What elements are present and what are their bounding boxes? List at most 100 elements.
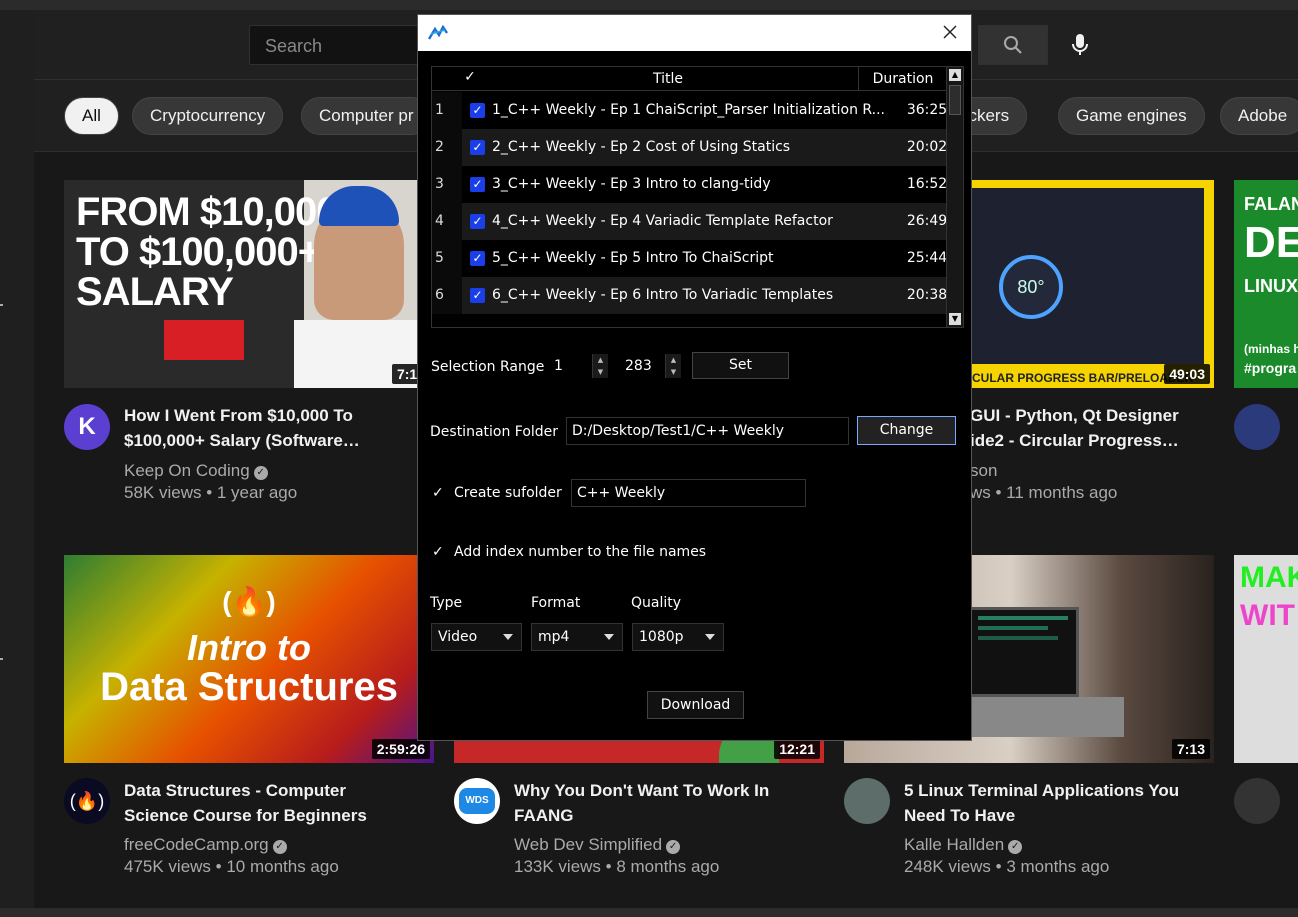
video-stats: ws • 11 months ago [970,483,1118,502]
create-subfolder-label: Create sufolder [454,485,562,501]
scroll-up-icon[interactable]: ▲ [949,69,961,81]
chevron-down-icon [604,634,614,640]
download-button[interactable]: Download [647,691,744,719]
channel-avatar[interactable]: WDS [454,778,500,824]
video-thumbnail[interactable]: FALAN DE LINUX (minhas h #progra [1234,180,1298,388]
table-scrollbar[interactable]: ▲ ▼ [946,67,963,327]
spin-arrows[interactable]: ▲ ▼ [665,354,681,378]
fire-icon: (🔥) [69,791,105,811]
table-row[interactable]: 5 ✓ 5_C++ Weekly - Ep 5 Intro To ChaiScr… [432,240,947,277]
selection-range-label: Selection Range [431,359,545,375]
destination-folder-label: Destination Folder [430,424,559,440]
channel-name[interactable]: freeCodeCamp.org ✓ [124,834,287,856]
row-cell: ✓ 6_C++ Weekly - Ep 6 Intro To Variadic … [462,277,947,314]
row-number: 1 [432,92,462,129]
row-number: 5 [432,240,462,277]
youtube-left-rail [0,10,34,917]
video-thumbnail[interactable]: FROM $10,000 TO $100,000+ SALARY 7:17 [64,180,434,388]
range-end-spinbox[interactable]: 283 ▲ ▼ [619,353,682,379]
video-duration: 12:21 [774,739,820,759]
video-list-table: ✓ Title Duration 1 ✓ 1_C++ Weekly - Ep 1… [431,66,964,328]
add-index-label: Add index number to the file names [454,544,707,560]
row-checkbox[interactable]: ✓ [470,251,485,266]
row-checkbox[interactable]: ✓ [470,288,485,303]
quality-select[interactable]: 1080p [632,623,724,651]
window-top-strip [0,0,1298,10]
row-title: 6_C++ Weekly - Ep 6 Intro To Variadic Te… [492,287,834,303]
channel-name[interactable]: Kalle Hallden ✓ [904,834,1023,856]
video-title[interactable]: 5 Linux Terminal Applications You Need T… [904,778,1204,828]
table-row[interactable]: 6 ✓ 6_C++ Weekly - Ep 6 Intro To Variadi… [432,277,947,314]
chip-all[interactable]: All [64,97,119,135]
search-icon [1004,36,1022,54]
row-title: 1_C++ Weekly - Ep 1 ChaiScript_Parser In… [492,102,886,118]
channel-avatar[interactable]: (🔥) [64,778,110,824]
set-button[interactable]: Set [692,352,789,379]
row-checkbox[interactable]: ✓ [470,103,485,118]
format-select[interactable]: mp4 [531,623,623,651]
select-all-checkbox[interactable]: ✓ [462,69,478,87]
scrollbar-thumb[interactable] [949,85,961,115]
verified-icon: ✓ [272,840,287,854]
format-label: Format [531,595,581,611]
video-duration: 7:13 [1171,739,1210,759]
subfolder-name-field[interactable]: C++ Weekly [571,479,806,507]
chip-computer-programming[interactable]: Computer pr [301,97,432,135]
table-row[interactable]: 4 ✓ 4_C++ Weekly - Ep 4 Variadic Templat… [432,203,947,240]
column-header-title[interactable]: Title [478,71,858,87]
spin-down-icon: ▼ [597,368,604,376]
video-title[interactable]: How I Went From $10,000 To $100,000+ Sal… [124,403,424,453]
microphone-icon[interactable] [1064,28,1096,60]
search-placeholder: Search [265,36,323,56]
video-title[interactable]: GUI - Python, Qt Designer ide2 - Circula… [970,403,1210,453]
channel-name[interactable]: Keep On Coding ✓ [124,460,268,482]
row-cell: ✓ 3_C++ Weekly - Ep 3 Intro to clang-tid… [462,166,947,203]
channel-avatar[interactable] [844,778,890,824]
channel-name[interactable]: Web Dev Simplified ✓ [514,834,681,856]
table-row[interactable]: 2 ✓ 2_C++ Weekly - Ep 2 Cost of Using St… [432,129,947,166]
window-bottom-strip [0,908,1298,917]
video-duration: 2:59:26 [371,739,430,759]
row-cell: ✓ 2_C++ Weekly - Ep 2 Cost of Using Stat… [462,129,947,166]
video-thumbnail[interactable]: MAK WIT [1234,555,1298,763]
video-stats: 248K views • 3 months ago [904,857,1110,876]
close-button[interactable] [941,23,959,41]
chip-cryptocurrency[interactable]: Cryptocurrency [132,97,284,135]
video-thumbnail[interactable]: (🔥) Intro to Data Structures 2:59:26 [64,555,434,763]
video-title[interactable]: Data Structures - Computer Science Cours… [124,778,424,828]
row-number: 6 [432,277,462,314]
row-number: 4 [432,203,462,240]
spin-arrows[interactable]: ▲ ▼ [592,354,608,378]
chip-game-engines[interactable]: Game engines [1058,97,1205,135]
verified-icon: ✓ [253,466,268,480]
spin-up-icon: ▲ [670,356,677,364]
row-checkbox[interactable]: ✓ [470,177,485,192]
desktop: Search All Cryptocurrency Computer pr ac… [0,0,1298,917]
app-logo-icon [428,25,448,40]
add-index-checkbox[interactable]: ✓ [432,545,446,559]
circular-progress-image: 80° [999,255,1063,319]
change-folder-button[interactable]: Change [857,416,956,445]
video-title[interactable]: Why You Don't Want To Work In FAANG [514,778,814,828]
chip-adobe[interactable]: Adobe [1220,97,1298,135]
table-row[interactable]: 1 ✓ 1_C++ Weekly - Ep 1 ChaiScript_Parse… [432,92,947,129]
row-title: 5_C++ Weekly - Ep 5 Intro To ChaiScript [492,250,774,266]
video-stats: 133K views • 8 months ago [514,857,720,876]
create-subfolder-checkbox[interactable]: ✓ [432,486,446,500]
row-title: 2_C++ Weekly - Ep 2 Cost of Using Static… [492,139,791,155]
channel-avatar[interactable]: K [64,404,110,450]
channel-name[interactable]: son [970,460,997,482]
channel-avatar[interactable] [1234,778,1280,824]
scroll-down-icon[interactable]: ▼ [949,313,961,325]
column-header-duration[interactable]: Duration [858,67,947,91]
quality-label: Quality [631,595,682,611]
spin-down-icon: ▼ [670,368,677,376]
row-checkbox[interactable]: ✓ [470,140,485,155]
search-button[interactable] [978,25,1048,65]
range-start-spinbox[interactable]: 1 ▲ ▼ [548,353,609,379]
destination-folder-field[interactable]: D:/Desktop/Test1/C++ Weekly [566,417,849,445]
row-checkbox[interactable]: ✓ [470,214,485,229]
channel-avatar[interactable] [1234,404,1280,450]
table-row[interactable]: 3 ✓ 3_C++ Weekly - Ep 3 Intro to clang-t… [432,166,947,203]
type-select[interactable]: Video [431,623,522,651]
